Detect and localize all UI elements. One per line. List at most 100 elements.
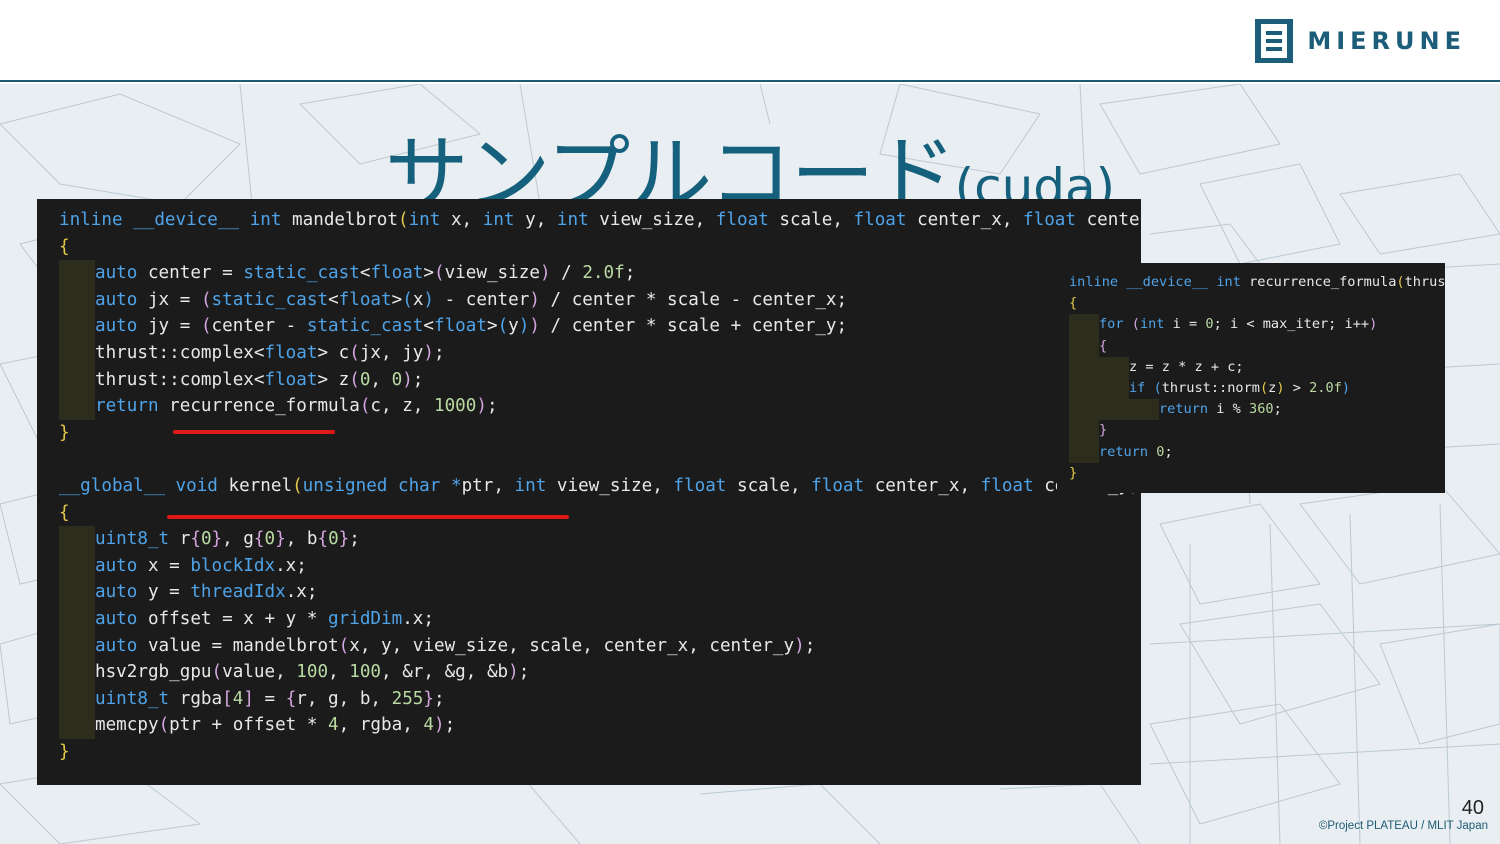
code-token: 4 [328,715,339,736]
code-token: value, [222,662,297,683]
code-token: 4 [232,688,244,709]
code-token: scale, [768,210,854,230]
code-token: .x; [275,555,307,576]
code-token: { [317,529,329,550]
code-token: center_x, [906,210,1024,230]
code-token: 360 [1249,401,1274,418]
code-token: ) [402,369,413,390]
code-token: ( [1153,379,1162,396]
main-line: memcpy(ptr + offset * 4, rgba, 4); [59,712,1141,739]
code-token: center = [137,263,244,284]
main-line: uint8_t r{0}, g{0}, b{0}; [59,526,1141,553]
side-line: z = z * z + c; [1069,356,1445,378]
code-token: ; [433,342,445,363]
code-token: mandelbrot [281,210,398,230]
code-token: blockIdx [190,555,276,576]
code-token: ) [539,263,551,284]
code-token: ( [349,342,360,363]
code-token: , [328,662,350,683]
code-token: { [59,236,70,257]
main-line: thrust::complex<float> c(jx, jy); [59,339,1141,367]
code-token: auto [95,263,138,284]
code-token: auto [95,608,138,629]
code-token: recurrence_formula [158,396,360,417]
code-token: ) [1276,379,1285,396]
code-token: ) [529,316,540,337]
main-line [59,446,1141,473]
code-token: ) [423,289,434,310]
code-token: int [514,475,547,496]
code-token: 100 [349,662,382,683]
code-token: / center * scale + center_y; [539,316,848,337]
side-line: } [1069,463,1445,484]
code-token: int [1139,316,1165,333]
code-token: < [423,316,434,337]
code-token: gridDim [328,608,403,629]
code-token: ( [200,316,212,337]
code-token: char [398,475,441,496]
code-token: ; [434,688,445,709]
side-line: if (thrust::norm(z) > 2.0f) [1069,377,1445,400]
code-token: ; [804,635,816,656]
code-token: threadIdx [190,582,286,603]
underline-kernel-signature [167,515,569,519]
main-line: uint8_t rgba[4] = {r, g, b, 255}; [59,685,1141,713]
code-token: inline [1069,274,1119,290]
code-token: ) [794,635,805,656]
code-token: thrust::complex< [95,369,265,390]
main-line: return recurrence_formula(c, z, 1000); [59,393,1141,420]
main-line: inline __device__ int mandelbrot(int x, … [59,207,1141,234]
code-token: auto [95,316,138,337]
code-token: ; [1273,401,1282,418]
code-token: 2.0f [582,263,625,284]
code-token: float [811,475,865,496]
code-token: ) [508,662,519,683]
code-token: 255 [391,688,424,709]
code-token: } [423,688,434,709]
code-token: float [264,369,318,390]
main-line: { [59,500,1141,527]
code-token: ptr, [461,475,515,496]
code-token: return [1159,401,1209,418]
code-token: 0 [200,529,212,550]
code-token: jx = [137,289,201,310]
code-token: , [370,369,392,390]
code-token: memcpy [95,715,159,736]
code-token: offset = x + y * [137,608,329,629]
code-token: < [328,289,339,310]
code-token: ( [292,475,303,496]
code-token: 4 [423,715,434,736]
code-token: r [169,529,191,550]
code-token: ) [1341,379,1351,396]
code-token: 0 [391,369,403,390]
code-token: { [1099,337,1108,354]
code-token: int [408,210,441,230]
code-token: float [264,342,318,363]
code-token: if [1129,379,1146,396]
code-token: } [275,529,286,550]
code-token: ; [518,662,530,683]
code-token: ( [349,369,360,390]
code-token: y = [137,582,191,603]
code-token: > [391,289,403,310]
code-token: int [249,210,282,230]
code-token: thrust::norm [1161,379,1260,396]
code-token: view_size, [588,210,716,230]
code-screenshot-side: inline __device__ int recurrence_formula… [1057,263,1445,493]
main-line: auto center = static_cast<float>(view_si… [59,260,1141,287]
main-line: thrust::complex<float> z(0, 0); [59,366,1141,394]
code-token: rgba [169,688,223,709]
header-bar: MIERUNE [0,0,1500,82]
code-token: - center [434,289,530,310]
code-token: i % [1208,401,1250,418]
code-token: ) [476,396,487,417]
code-screenshot-main: inline __device__ int mandelbrot(int x, … [37,199,1141,785]
code-token: value = mandelbrot [137,635,339,656]
code-token: static_cast [243,263,360,284]
side-line: for (int i = 0; i < max_iter; i++) [1069,314,1445,336]
side-line: { [1069,335,1445,357]
side-line: return i % 360; [1069,399,1445,421]
code-token: { [59,502,70,523]
